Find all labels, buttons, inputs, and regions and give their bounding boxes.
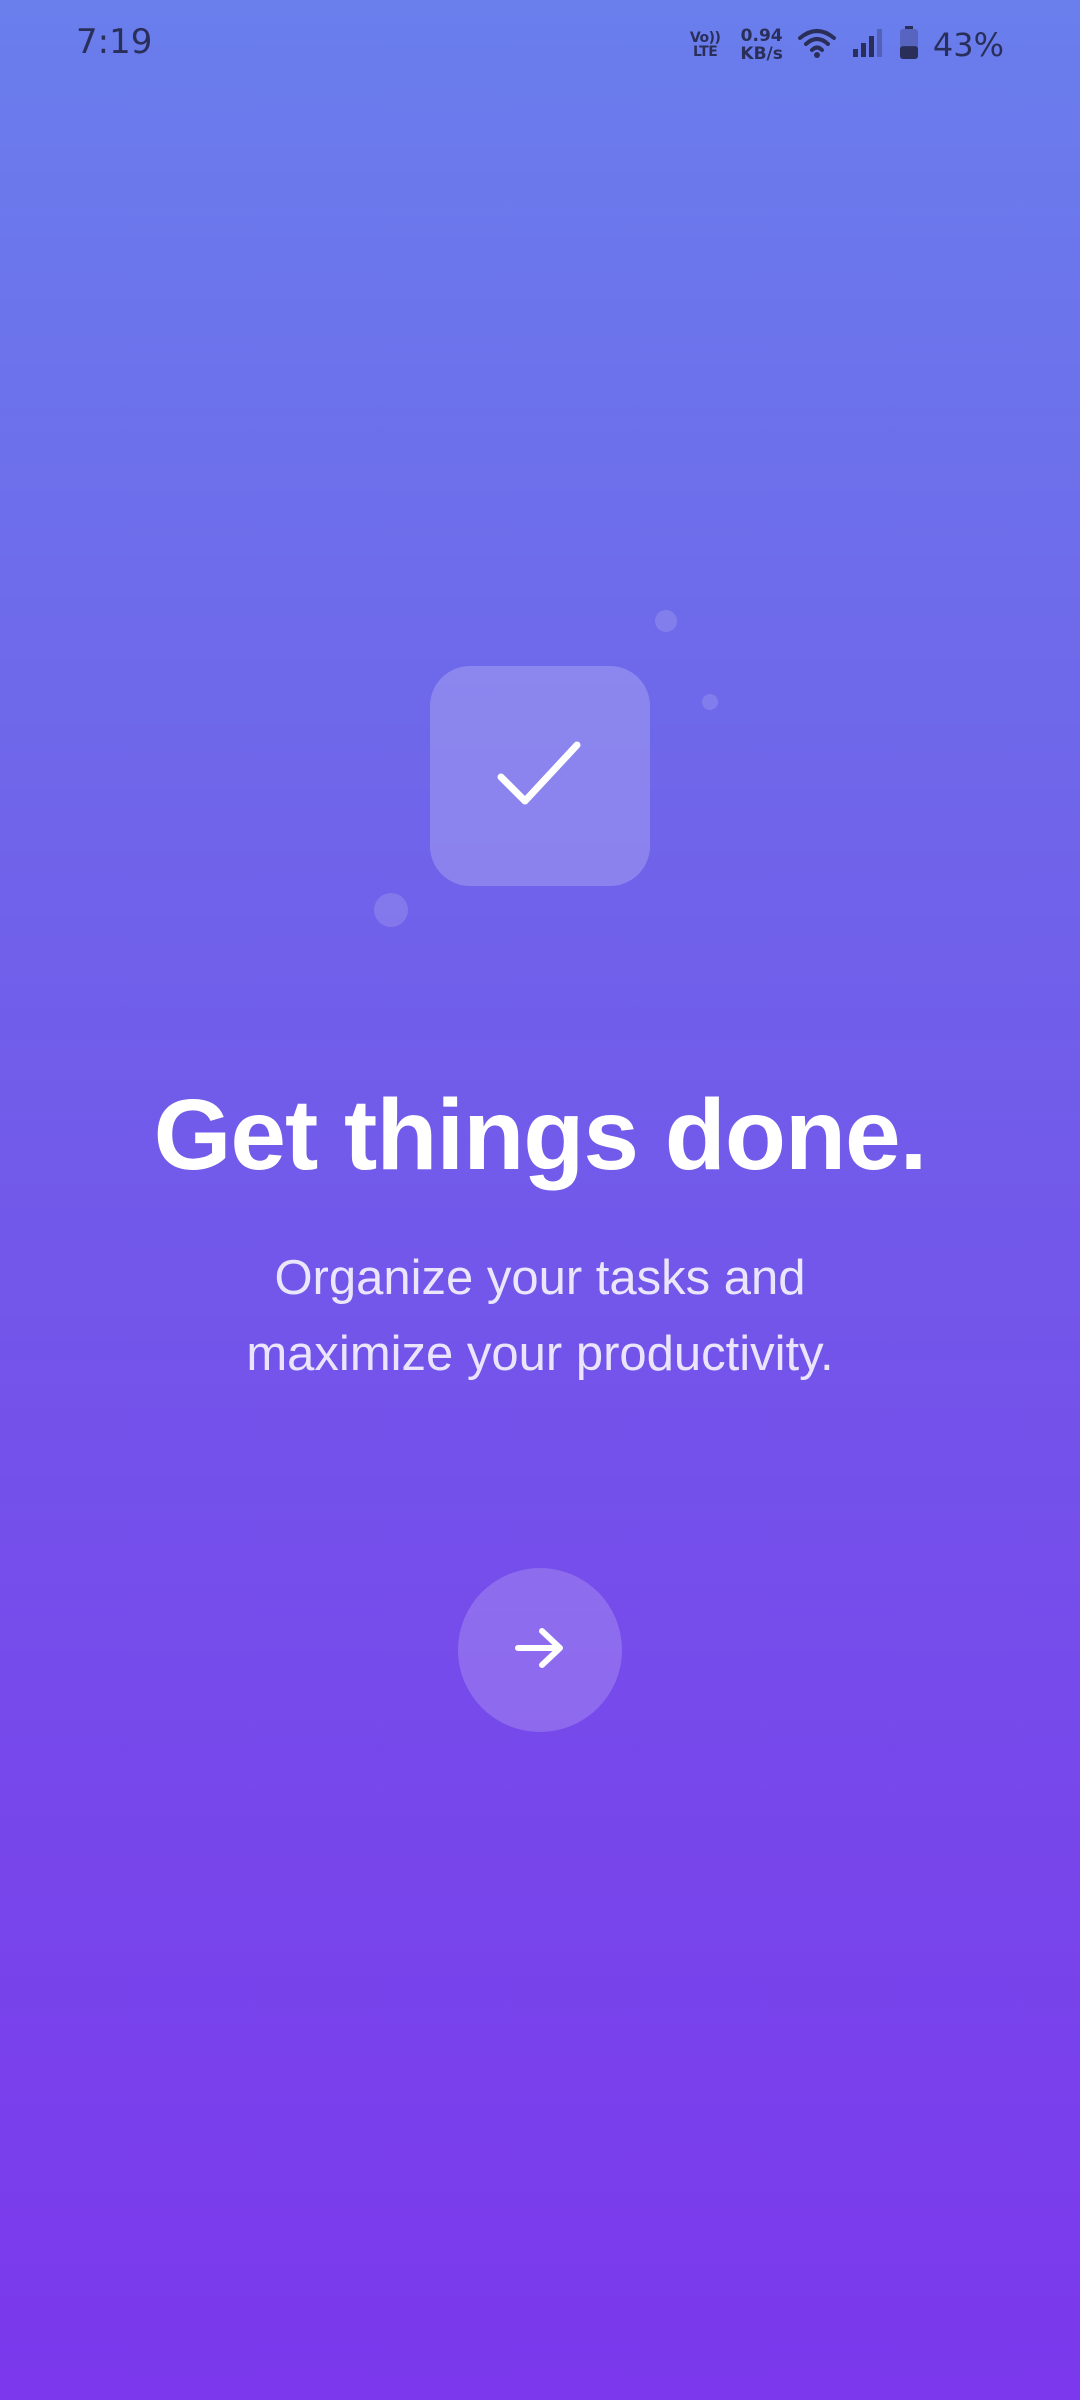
signal-icon xyxy=(851,27,885,64)
checkmark-icon xyxy=(497,739,583,814)
network-speed: 0.94 KB/s xyxy=(740,27,782,63)
decorative-bubble xyxy=(655,610,677,632)
network-speed-value: 0.94 xyxy=(740,26,783,46)
status-bar: 7:19 Vo)) LTE 0.94 KB/s 43% xyxy=(0,0,1080,90)
arrow-right-icon xyxy=(514,1626,566,1675)
wifi-icon xyxy=(797,26,837,65)
page-subtitle: Organize your tasks and maximize your pr… xyxy=(0,1240,1080,1392)
subtitle-line-1: Organize your tasks and xyxy=(274,1251,806,1305)
hero-checkmark-tile xyxy=(430,666,650,886)
volte-top-label: Vo)) xyxy=(689,30,721,46)
subtitle-line-2: maximize your productivity. xyxy=(246,1327,834,1381)
status-time: 7:19 xyxy=(76,22,153,62)
battery-percent: 43% xyxy=(932,26,1004,64)
network-speed-unit: KB/s xyxy=(740,44,783,64)
next-button[interactable] xyxy=(458,1568,622,1732)
page-title: Get things done. xyxy=(153,1079,928,1191)
decorative-bubble xyxy=(374,893,408,927)
status-icons: Vo)) LTE 0.94 KB/s 43% xyxy=(690,22,1004,68)
decorative-bubble xyxy=(702,694,718,710)
volte-bottom-label: LTE xyxy=(693,44,718,60)
battery-icon xyxy=(899,25,919,65)
volte-icon: Vo)) LTE xyxy=(689,30,721,60)
